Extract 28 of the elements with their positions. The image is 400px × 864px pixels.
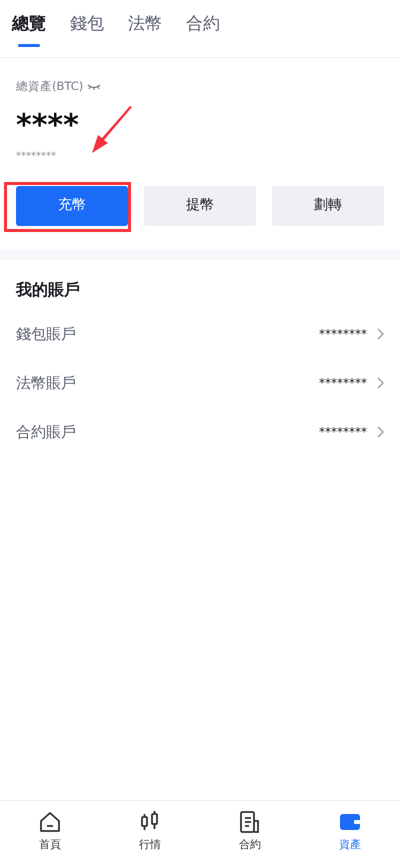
home-icon — [39, 811, 61, 834]
chevron-right-icon[interactable] — [377, 377, 384, 390]
nav-item[interactable]: 合約 — [200, 801, 300, 864]
tab[interactable]: 總覽 — [12, 12, 46, 56]
action-button[interactable]: 劃轉 — [272, 186, 384, 226]
document-icon — [239, 811, 261, 834]
balance-value: **** — [16, 110, 79, 141]
balance-sub-value: ******** — [16, 150, 56, 164]
annotation-arrow — [92, 106, 134, 154]
chevron-right-icon[interactable] — [377, 328, 384, 340]
eye-closed-icon[interactable] — [87, 82, 102, 91]
action-button[interactable]: 充幣 — [16, 186, 128, 226]
tab[interactable]: 錢包 — [70, 12, 104, 56]
nav-item[interactable]: 行情 — [100, 801, 200, 864]
tab[interactable]: 法幣 — [128, 12, 162, 56]
account-name[interactable]: 法幣賬戶 — [16, 372, 76, 394]
tab[interactable]: 合約 — [186, 12, 220, 56]
account-name[interactable]: 錢包賬戶 — [16, 323, 76, 346]
section-title: 我的賬戶 — [16, 278, 81, 301]
account-name[interactable]: 合約賬戶 — [16, 421, 76, 444]
chevron-right-icon[interactable] — [377, 426, 384, 438]
nav-item[interactable]: 首頁 — [0, 801, 100, 864]
account-value: ******** — [319, 375, 367, 392]
account-value: ******** — [319, 326, 367, 344]
action-button[interactable]: 提幣 — [144, 186, 256, 226]
balance-label: 總資產(BTC) — [16, 78, 84, 94]
account-value: ******** — [319, 424, 367, 442]
nav-item[interactable]: 資產 — [300, 801, 400, 864]
